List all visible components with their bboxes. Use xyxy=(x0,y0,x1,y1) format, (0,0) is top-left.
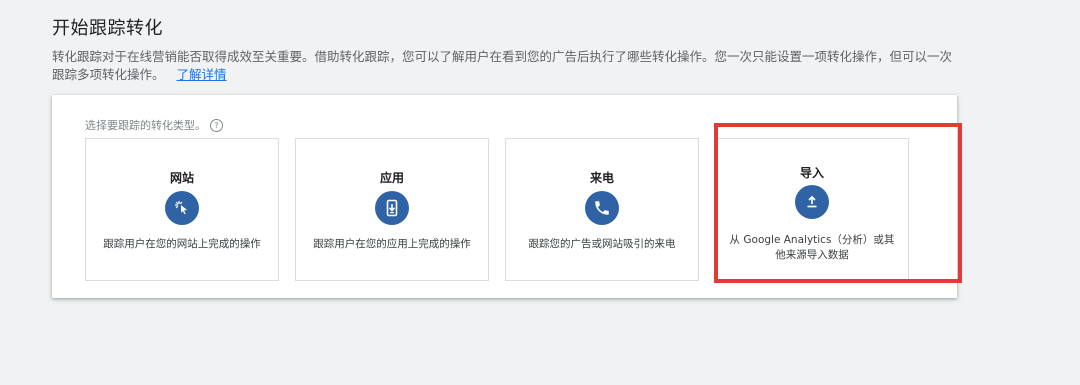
card-description: 跟踪用户在您的应用上完成的操作 xyxy=(313,238,471,250)
card-app[interactable]: 应用 跟踪用户在您的应用上完成的操作 xyxy=(295,138,489,281)
page-title: 开始跟踪转化 xyxy=(52,18,163,39)
conversion-type-panel: 选择要跟踪的转化类型。 ? 网站 跟踪用户在您的网站上完成的操作 应用 跟踪用户… xyxy=(52,95,957,298)
upload-icon xyxy=(795,185,829,219)
card-title: 导入 xyxy=(799,166,824,180)
card-calls[interactable]: 来电 跟踪您的广告或网站吸引的来电 xyxy=(505,138,699,281)
card-website[interactable]: 网站 跟踪用户在您的网站上完成的操作 xyxy=(85,138,279,281)
card-description: 从 Google Analytics（分析）或其他来源导入数据 xyxy=(729,234,895,261)
phone-download-icon xyxy=(375,191,409,225)
card-title: 应用 xyxy=(379,171,404,185)
card-description: 跟踪用户在您的网站上完成的操作 xyxy=(103,238,261,250)
conversion-type-prompt: 选择要跟踪的转化类型。 ? xyxy=(85,117,223,133)
card-title: 网站 xyxy=(169,171,194,185)
card-description: 跟踪您的广告或网站吸引的来电 xyxy=(528,238,676,250)
card-import[interactable]: 导入 从 Google Analytics（分析）或其他来源导入数据 xyxy=(715,138,909,281)
prompt-label: 选择要跟踪的转化类型。 xyxy=(85,119,206,132)
phone-call-icon xyxy=(585,191,619,225)
cursor-click-icon xyxy=(165,191,199,225)
intro-text: 转化跟踪对于在线营销能否取得成效至关重要。借助转化跟踪，您可以了解用户在看到您的… xyxy=(52,48,962,84)
help-icon[interactable]: ? xyxy=(210,118,223,132)
learn-more-link[interactable]: 了解详情 xyxy=(177,67,227,82)
card-title: 来电 xyxy=(589,171,614,185)
